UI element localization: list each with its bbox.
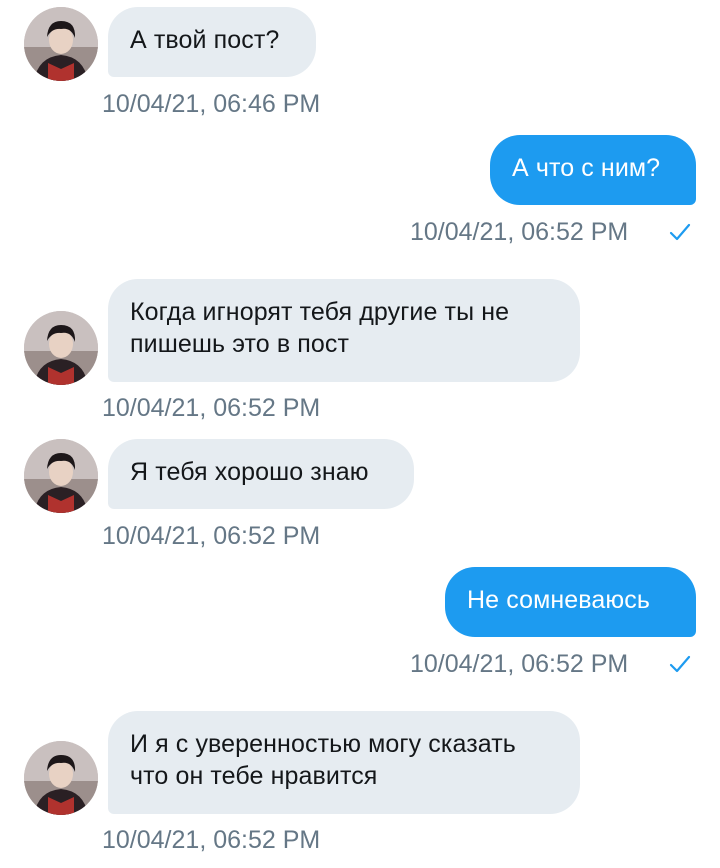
check-icon — [669, 655, 691, 673]
message-bubble[interactable]: А твой пост? — [108, 7, 316, 77]
message-timestamp: 10/04/21, 06:52 PM — [410, 650, 629, 678]
contact-avatar[interactable] — [24, 741, 98, 815]
message-timestamp: 10/04/21, 06:46 PM — [102, 90, 321, 118]
contact-avatar[interactable] — [24, 311, 98, 385]
message-bubble[interactable]: И я с уверенностью могу сказать что он т… — [108, 711, 580, 814]
message-timestamp: 10/04/21, 06:52 PM — [102, 522, 321, 550]
message-bubble[interactable]: А что с ним? — [490, 135, 696, 205]
contact-avatar[interactable] — [24, 439, 98, 513]
message-timestamp: 10/04/21, 06:52 PM — [102, 394, 321, 422]
message-timestamp: 10/04/21, 06:52 PM — [410, 218, 629, 246]
message-bubble[interactable]: Не сомневаюсь — [445, 567, 696, 637]
message-bubble[interactable]: Я тебя хорошо знаю — [108, 439, 414, 509]
contact-avatar[interactable] — [24, 7, 98, 81]
check-icon — [669, 223, 691, 241]
message-timestamp: 10/04/21, 06:52 PM — [102, 826, 321, 854]
message-bubble[interactable]: Когда игнорят тебя другие ты не пишешь э… — [108, 279, 580, 382]
